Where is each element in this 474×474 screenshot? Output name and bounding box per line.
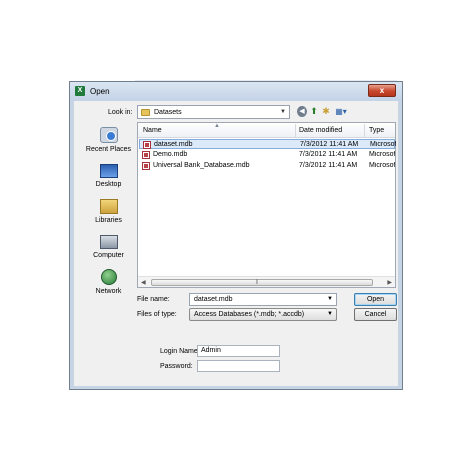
access-file-icon bbox=[143, 141, 151, 149]
file-type-label: Files of type: bbox=[137, 311, 177, 318]
place-computer[interactable]: Computer bbox=[79, 235, 138, 259]
place-label: Desktop bbox=[95, 181, 122, 188]
folder-icon bbox=[141, 109, 150, 116]
close-button[interactable]: x bbox=[368, 84, 396, 97]
place-libraries[interactable]: Libraries bbox=[79, 199, 138, 224]
file-type-dropdown[interactable]: Access Databases (*.mdb; *.accdb) ▼ bbox=[189, 308, 337, 321]
file-date: 7/3/2012 11:41 AM bbox=[300, 141, 359, 148]
scroll-right-icon[interactable]: ▶ bbox=[387, 279, 392, 286]
file-type: Microsoft bbox=[369, 162, 395, 169]
places-bar: Recent Places Desktop Libraries Computer… bbox=[79, 123, 138, 316]
login-name-value: Admin bbox=[201, 347, 221, 354]
network-icon bbox=[100, 269, 117, 285]
file-date: 7/3/2012 11:41 AM bbox=[299, 162, 358, 169]
file-type: Microsoft bbox=[370, 141, 396, 148]
chevron-down-icon[interactable]: ▼ bbox=[327, 296, 333, 302]
login-name-label: Login Name: bbox=[160, 348, 200, 355]
file-row[interactable]: dataset.mdb 7/3/2012 11:41 AM Microsoft bbox=[139, 139, 396, 149]
list-header: ▲ Name Date modified Type bbox=[138, 123, 395, 138]
file-name-input[interactable]: dataset.mdb ▼ bbox=[189, 293, 337, 306]
place-recent-places[interactable]: Recent Places bbox=[79, 127, 138, 153]
look-in-value: Datasets bbox=[154, 109, 182, 116]
place-label: Computer bbox=[93, 252, 124, 259]
place-label: Libraries bbox=[95, 217, 122, 224]
file-name: dataset.mdb bbox=[154, 141, 193, 148]
computer-icon bbox=[99, 235, 118, 249]
open-button[interactable]: Open bbox=[354, 293, 397, 306]
chevron-down-icon[interactable]: ▼ bbox=[327, 311, 333, 317]
access-file-icon bbox=[142, 162, 150, 170]
password-label: Password: bbox=[160, 363, 193, 370]
open-dialog: X Open x Look in: Datasets ▼ ◀ ⬆ ✱ ▦▾ Re… bbox=[69, 81, 403, 390]
file-list[interactable]: ▲ Name Date modified Type dataset.mdb 7/… bbox=[137, 122, 396, 288]
file-row[interactable]: Universal Bank_Database.mdb 7/3/2012 11:… bbox=[139, 161, 395, 171]
file-type: Microsoft bbox=[369, 151, 395, 158]
file-type-value: Access Databases (*.mdb; *.accdb) bbox=[194, 311, 305, 318]
new-folder-icon[interactable]: ✱ bbox=[321, 106, 331, 117]
place-network[interactable]: Network bbox=[79, 269, 138, 295]
file-name: Universal Bank_Database.mdb bbox=[153, 162, 250, 169]
horizontal-scrollbar[interactable]: ◀ ||| ▶ bbox=[138, 276, 395, 287]
sort-ascending-icon: ▲ bbox=[214, 123, 220, 129]
excel-icon: X bbox=[75, 86, 85, 96]
login-name-input[interactable]: Admin bbox=[197, 345, 280, 357]
title-bar[interactable]: X Open x bbox=[70, 82, 402, 101]
access-file-icon bbox=[142, 151, 150, 159]
back-icon[interactable]: ◀ bbox=[297, 106, 307, 117]
column-divider[interactable] bbox=[295, 124, 296, 137]
place-desktop[interactable]: Desktop bbox=[79, 164, 138, 188]
chevron-down-icon[interactable]: ▼ bbox=[280, 109, 286, 115]
column-header-type[interactable]: Type bbox=[369, 127, 384, 134]
password-input[interactable] bbox=[197, 360, 280, 372]
views-menu-icon[interactable]: ▦▾ bbox=[333, 106, 349, 117]
look-in-dropdown[interactable]: Datasets ▼ bbox=[137, 105, 290, 119]
grip-icon: ||| bbox=[256, 279, 258, 285]
recent-places-icon bbox=[99, 127, 118, 143]
dialog-body: Look in: Datasets ▼ ◀ ⬆ ✱ ▦▾ Recent Plac… bbox=[74, 101, 398, 386]
column-divider[interactable] bbox=[364, 124, 365, 137]
column-header-date-modified[interactable]: Date modified bbox=[299, 127, 342, 134]
file-name-label: File name: bbox=[137, 296, 170, 303]
place-label: Network bbox=[95, 288, 122, 295]
desktop-icon bbox=[99, 164, 118, 178]
cancel-button[interactable]: Cancel bbox=[354, 308, 397, 321]
libraries-icon bbox=[99, 199, 118, 214]
dialog-title: Open bbox=[90, 87, 110, 96]
file-name-value: dataset.mdb bbox=[194, 296, 233, 303]
file-name: Demo.mdb bbox=[153, 151, 188, 158]
file-row[interactable]: Demo.mdb 7/3/2012 11:41 AM Microsoft bbox=[139, 150, 395, 160]
look-in-label: Look in: bbox=[108, 109, 133, 116]
scroll-left-icon[interactable]: ◀ bbox=[141, 279, 146, 286]
up-folder-icon[interactable]: ⬆ bbox=[309, 106, 319, 117]
place-label: Recent Places bbox=[85, 146, 132, 153]
file-date: 7/3/2012 11:41 AM bbox=[299, 151, 358, 158]
scrollbar-thumb[interactable]: ||| bbox=[151, 279, 373, 286]
column-header-name[interactable]: Name bbox=[143, 127, 162, 134]
